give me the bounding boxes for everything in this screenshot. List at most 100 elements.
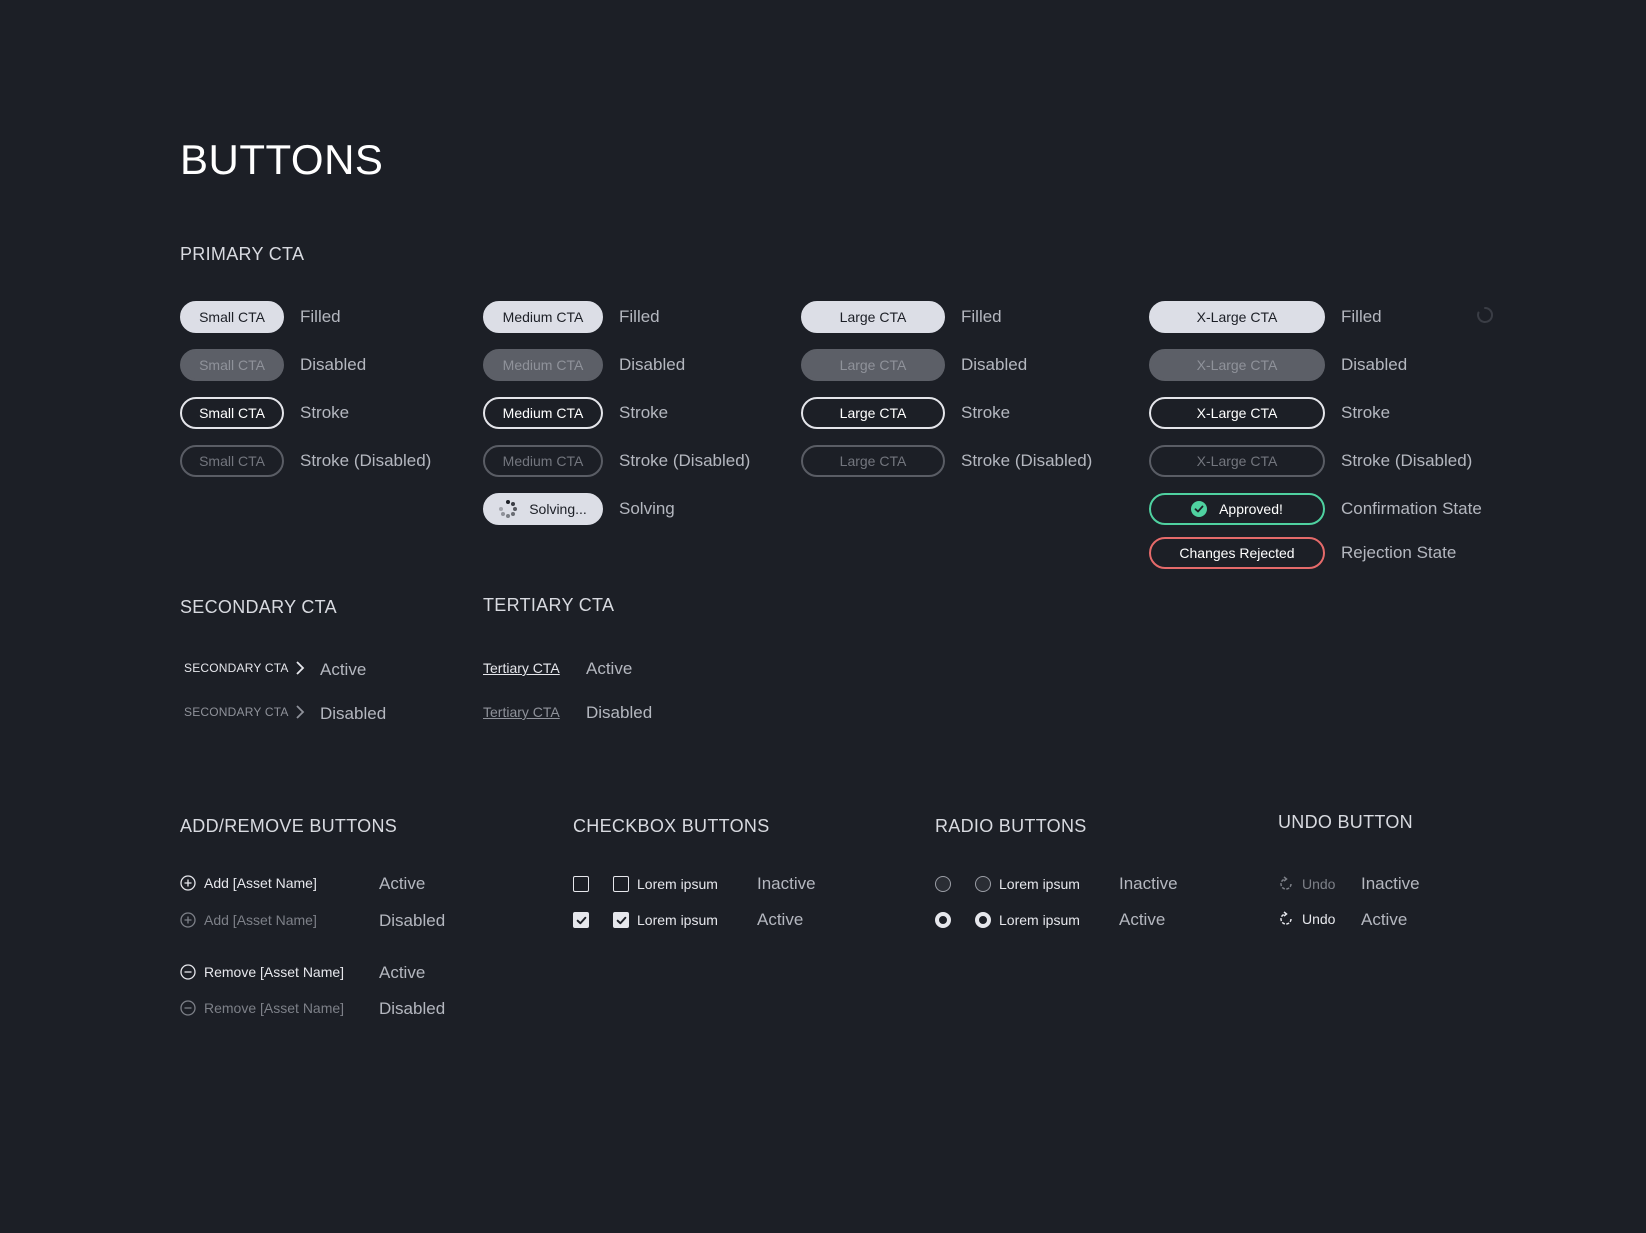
xlarge-cta-disabled-button[interactable]: X-Large CTA [1149, 349, 1325, 381]
state-label: Inactive [757, 874, 816, 893]
state-label: Stroke [300, 403, 350, 422]
state-label: Active [757, 910, 804, 929]
state-label: Disabled [961, 355, 1028, 374]
secondary-cta-disabled-button[interactable]: SECONDARY CTA [184, 705, 305, 719]
remove-asset-label: Remove [Asset Name] [204, 1000, 345, 1016]
chevron-right-icon [295, 705, 304, 719]
radio-selected[interactable] [935, 912, 951, 928]
radio-heading: RADIO BUTTONS [935, 816, 1087, 836]
undo-label: Undo [1302, 876, 1336, 892]
primary-cta-heading: PRIMARY CTA [180, 244, 305, 264]
radio-label[interactable]: Lorem ipsum [999, 912, 1080, 928]
spinner-icon [499, 500, 518, 518]
tertiary-cta-disabled-link[interactable]: Tertiary CTA [483, 704, 560, 720]
state-label: Disabled [379, 911, 446, 930]
plus-circle-icon [180, 875, 196, 891]
state-label: Stroke (Disabled) [300, 451, 432, 470]
large-cta-disabled-button[interactable]: Large CTA [801, 349, 945, 381]
medium-cta-stroke-disabled-button[interactable]: Medium CTA [483, 445, 603, 477]
solving-button[interactable]: Solving... [483, 493, 603, 525]
medium-cta-disabled-button[interactable]: Medium CTA [483, 349, 603, 381]
state-label: Disabled [1341, 355, 1408, 374]
state-label: Active [586, 659, 633, 678]
undo-label: Undo [1302, 911, 1336, 927]
state-label: Disabled [300, 355, 367, 374]
state-label: Active [1119, 910, 1166, 929]
radio-unselected[interactable] [975, 876, 991, 892]
xlarge-cta-stroke-button[interactable]: X-Large CTA [1149, 397, 1325, 429]
large-cta-filled-button[interactable]: Large CTA [801, 301, 945, 333]
secondary-cta-active-button[interactable]: SECONDARY CTA [184, 661, 305, 675]
state-label: Active [379, 963, 426, 982]
large-cta-stroke-button[interactable]: Large CTA [801, 397, 945, 429]
state-label: Filled [300, 307, 341, 326]
large-cta-stroke-disabled-button[interactable]: Large CTA [801, 445, 945, 477]
checkbox-label[interactable]: Lorem ipsum [637, 912, 718, 928]
solving-button-label: Solving... [529, 501, 587, 517]
secondary-cta-label: SECONDARY CTA [184, 705, 289, 719]
radio-unselected[interactable] [935, 876, 951, 892]
rejected-button[interactable]: Changes Rejected [1149, 537, 1325, 569]
checkbox-label[interactable]: Lorem ipsum [637, 876, 718, 892]
medium-cta-stroke-button[interactable]: Medium CTA [483, 397, 603, 429]
remove-asset-disabled-button[interactable]: Remove [Asset Name] [180, 1000, 344, 1016]
small-cta-stroke-button[interactable]: Small CTA [180, 397, 284, 429]
state-label: Disabled [379, 999, 446, 1018]
add-asset-label: Add [Asset Name] [204, 875, 317, 891]
xlarge-cta-stroke-disabled-button[interactable]: X-Large CTA [1149, 445, 1325, 477]
undo-icon [1280, 911, 1292, 925]
secondary-cta-label: SECONDARY CTA [184, 661, 289, 675]
state-label: Stroke (Disabled) [619, 451, 751, 470]
small-cta-stroke-disabled-button[interactable]: Small CTA [180, 445, 284, 477]
state-label: Stroke (Disabled) [1341, 451, 1473, 470]
state-label: Solving [619, 499, 675, 518]
radio-label[interactable]: Lorem ipsum [999, 876, 1080, 892]
plus-circle-icon [180, 912, 196, 928]
secondary-cta-heading: SECONDARY CTA [180, 597, 337, 617]
small-cta-filled-button[interactable]: Small CTA [180, 301, 284, 333]
remove-asset-active-button[interactable]: Remove [Asset Name] [180, 964, 344, 980]
checkbox-checked[interactable] [573, 912, 589, 928]
state-label: Filled [1341, 307, 1382, 326]
small-cta-disabled-button[interactable]: Small CTA [180, 349, 284, 381]
approved-button-label: Approved! [1219, 501, 1283, 517]
loading-spinner-icon [1477, 306, 1494, 323]
checkbox-heading: CHECKBOX BUTTONS [573, 816, 770, 836]
radio-selected[interactable] [975, 912, 991, 928]
state-label: Stroke [961, 403, 1011, 422]
state-label: Disabled [320, 704, 387, 723]
state-label: Disabled [586, 703, 653, 722]
remove-asset-label: Remove [Asset Name] [204, 964, 345, 980]
state-label: Active [379, 874, 426, 893]
chevron-right-icon [295, 661, 304, 675]
state-label: Stroke [619, 403, 669, 422]
state-label: Stroke [1341, 403, 1391, 422]
checkbox-checked[interactable] [613, 912, 629, 928]
xlarge-cta-filled-button[interactable]: X-Large CTA [1149, 301, 1325, 333]
state-label: Disabled [619, 355, 686, 374]
tertiary-cta-active-link[interactable]: Tertiary CTA [483, 660, 560, 676]
state-label: Stroke (Disabled) [961, 451, 1093, 470]
state-label: Rejection State [1341, 543, 1457, 562]
state-label: Filled [619, 307, 660, 326]
state-label: Active [1361, 910, 1408, 929]
tertiary-cta-heading: TERTIARY CTA [483, 595, 615, 615]
state-label: Inactive [1119, 874, 1178, 893]
undo-heading: UNDO BUTTON [1278, 812, 1413, 832]
checkbox-unchecked[interactable] [573, 876, 589, 892]
undo-inactive-button[interactable]: Undo [1278, 876, 1335, 892]
state-label: Filled [961, 307, 1002, 326]
state-label: Active [320, 660, 367, 679]
state-label: Confirmation State [1341, 499, 1482, 518]
approved-button[interactable]: Approved! [1149, 493, 1325, 525]
check-circle-icon [1191, 501, 1208, 517]
checkmark-icon [616, 916, 626, 924]
state-label: Inactive [1361, 874, 1420, 893]
undo-active-button[interactable]: Undo [1278, 911, 1335, 927]
add-asset-disabled-button[interactable]: Add [Asset Name] [180, 912, 317, 928]
medium-cta-filled-button[interactable]: Medium CTA [483, 301, 603, 333]
add-asset-active-button[interactable]: Add [Asset Name] [180, 875, 317, 891]
checkbox-unchecked[interactable] [613, 876, 629, 892]
add-asset-label: Add [Asset Name] [204, 912, 317, 928]
minus-circle-icon [180, 964, 196, 980]
